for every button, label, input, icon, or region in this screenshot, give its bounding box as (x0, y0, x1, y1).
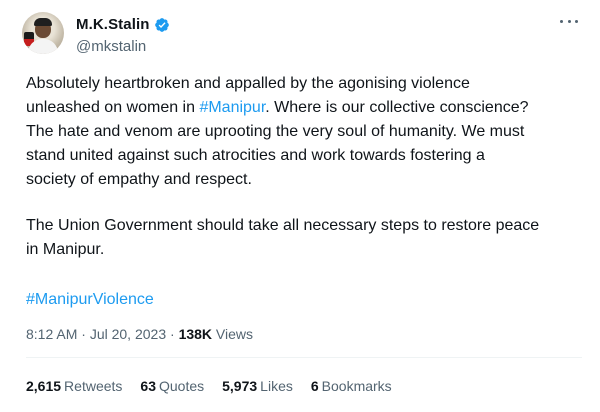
hashtag-manipurviolence-link[interactable]: #ManipurViolence (26, 291, 154, 308)
separator: · (77, 326, 90, 342)
text-line: stand united against such atrocities and… (26, 147, 485, 164)
text-line: . Where is our collective conscience? (265, 99, 529, 116)
retweets-stat[interactable]: 2,615 Retweets (26, 378, 122, 394)
author-name-row[interactable]: M.K.Stalin (76, 16, 170, 33)
retweets-label: Retweets (64, 378, 123, 394)
tweet-meta: 8:12 AM · Jul 20, 2023 · 138K Views (26, 326, 253, 342)
avatar[interactable] (22, 12, 64, 54)
author-name[interactable]: M.K.Stalin (76, 16, 150, 33)
verified-badge-icon (154, 17, 169, 32)
retweets-count: 2,615 (26, 378, 62, 394)
text-line: The Union Government should take all nec… (26, 217, 540, 234)
more-options-icon[interactable] (560, 18, 578, 24)
author-handle[interactable]: @mkstalin (76, 38, 146, 55)
bookmarks-stat[interactable]: 6 Bookmarks (311, 378, 392, 394)
avatar-shirt (28, 39, 58, 54)
tweet-paragraph-2: The Union Government should take all nec… (26, 214, 539, 262)
text-line: The hate and venom are uprooting the ver… (26, 123, 525, 140)
views-count: 138K (178, 326, 213, 342)
dot (567, 19, 571, 23)
text-line: Absolutely heartbroken and appalled by t… (26, 75, 470, 92)
text-line: unleashed on women in (26, 99, 200, 116)
tweet-card: M.K.Stalin @mkstalin Absolutely heartbro… (0, 0, 600, 412)
engagement-stats: 2,615 Retweets 63 Quotes 5,973 Likes 6 Bookm… (26, 378, 392, 394)
quotes-stat[interactable]: 63 Quotes (140, 378, 204, 394)
text-line: in Manipur. (26, 241, 105, 258)
tweet-paragraph-1: Absolutely heartbroken and appalled by t… (26, 72, 529, 192)
likes-stat[interactable]: 5,973 Likes (222, 378, 293, 394)
dot (560, 19, 563, 23)
bookmarks-label: Bookmarks (321, 378, 392, 394)
separator: · (166, 326, 179, 342)
dot (575, 19, 578, 23)
quotes-label: Quotes (158, 378, 205, 394)
tweet-time[interactable]: 8:12 AM (26, 326, 77, 342)
tweet-paragraph-3: #ManipurViolence (26, 288, 154, 312)
likes-count: 5,973 (222, 378, 258, 394)
quotes-count: 63 (140, 378, 156, 394)
text-line: society of empathy and respect. (26, 171, 252, 188)
views-label: Views (212, 326, 254, 342)
bookmarks-count: 6 (310, 378, 319, 394)
avatar-hair (34, 18, 52, 26)
divider (26, 357, 582, 358)
likes-label: Likes (260, 378, 293, 394)
hashtag-manipur-link[interactable]: #Manipur (199, 99, 265, 116)
tweet-date[interactable]: Jul 20, 2023 (90, 326, 166, 342)
